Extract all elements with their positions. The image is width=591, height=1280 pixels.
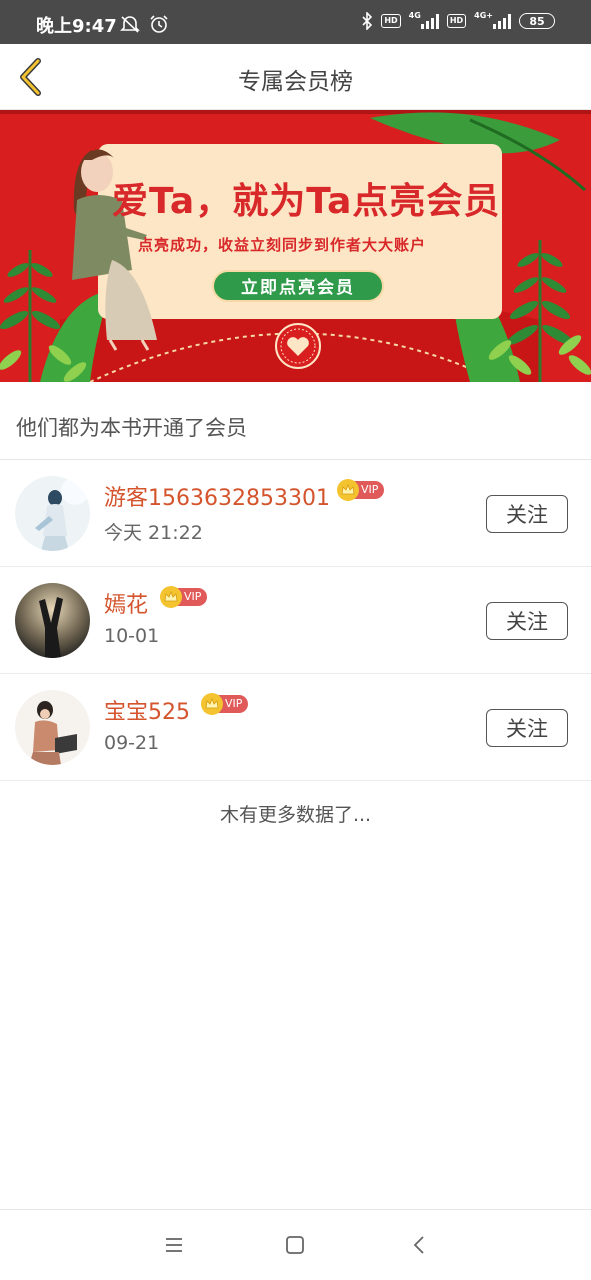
- light-up-vip-button[interactable]: 立即点亮会员: [212, 270, 384, 302]
- hd-icon: HD: [446, 14, 467, 28]
- no-more-data-text: 木有更多数据了...: [219, 804, 372, 826]
- hd-icon: HD: [381, 14, 401, 28]
- alarm-off-icon: [120, 15, 140, 33]
- vip-badge: VIP: [337, 479, 385, 501]
- crown-icon: [160, 586, 182, 608]
- member-time: 今天 21:22: [104, 522, 203, 544]
- avatar[interactable]: [15, 476, 90, 551]
- menu-button[interactable]: [161, 1232, 187, 1258]
- banner-headline: 爱Ta，就为Ta点亮会员: [112, 181, 501, 222]
- status-time: 晚上9:47: [36, 16, 117, 37]
- member-name[interactable]: 嫣花: [104, 587, 148, 619]
- status-bar: 晚上9:47 HD 4G HD 4G+ 85: [0, 0, 591, 44]
- member-name[interactable]: 宝宝525: [104, 694, 190, 726]
- page-header: 专属会员榜: [0, 44, 591, 110]
- member-row[interactable]: 宝宝525 VIP 09-21 关注: [0, 674, 591, 781]
- follow-button[interactable]: 关注: [486, 495, 568, 533]
- vip-badge: VIP: [201, 693, 249, 715]
- home-icon: [286, 1236, 304, 1254]
- avatar-image-girl-white-dress: [15, 476, 90, 551]
- page-title: 专属会员榜: [238, 69, 353, 95]
- status-left-icons: [120, 13, 169, 34]
- member-name[interactable]: 游客1563632853301: [104, 480, 330, 512]
- crown-icon: [201, 693, 223, 715]
- vip-badge: VIP: [160, 586, 208, 608]
- alarm-clock-icon: [150, 14, 168, 33]
- promo-banner[interactable]: 爱Ta，就为Ta点亮会员 点亮成功，收益立刻同步到作者大大账户 立即点亮会员: [0, 110, 591, 382]
- signal-icon: [493, 13, 511, 29]
- menu-icon: [166, 1238, 182, 1252]
- avatar-image-peace-hand: [15, 583, 90, 658]
- home-button[interactable]: [282, 1232, 308, 1258]
- system-nav-bar: [0, 1209, 591, 1280]
- avatar[interactable]: [15, 583, 90, 658]
- nav-back-button[interactable]: [406, 1232, 432, 1258]
- avatar[interactable]: [15, 690, 90, 765]
- banner-subline: 点亮成功，收益立刻同步到作者大大账户: [138, 236, 427, 254]
- crown-icon: [337, 479, 359, 501]
- net-label-1: 4G: [408, 10, 421, 20]
- section-title: 他们都为本书开通了会员: [16, 416, 247, 440]
- follow-button[interactable]: 关注: [486, 602, 568, 640]
- follow-button[interactable]: 关注: [486, 709, 568, 747]
- status-right-icons: HD 4G HD 4G+ 85: [361, 10, 555, 30]
- bluetooth-icon: [362, 12, 373, 30]
- member-row[interactable]: 嫣花 VIP 10-01 关注: [0, 567, 591, 674]
- avatar-image-seated-figure: [15, 690, 90, 765]
- member-time: 10-01: [104, 625, 160, 647]
- battery-icon: 85: [519, 13, 555, 29]
- back-icon: [413, 1236, 424, 1254]
- member-time: 09-21: [104, 732, 160, 754]
- member-row[interactable]: 游客1563632853301 VIP 今天 21:22 关注: [0, 460, 591, 567]
- net-label-2: 4G+: [474, 10, 493, 20]
- signal-icon: [420, 13, 439, 29]
